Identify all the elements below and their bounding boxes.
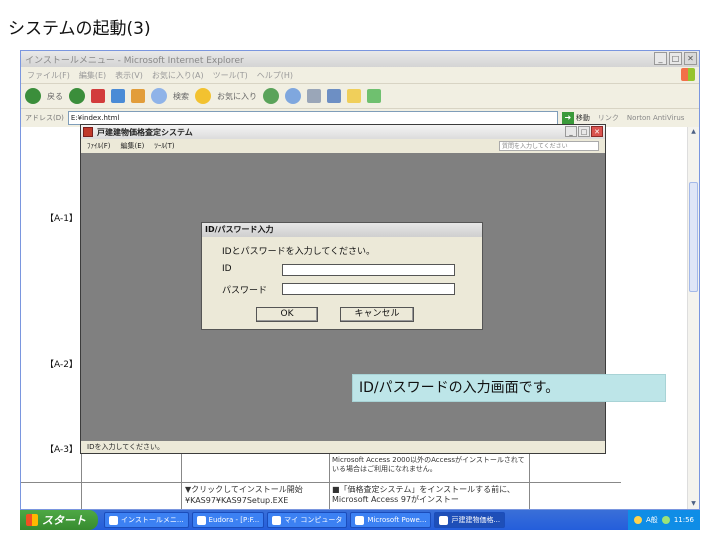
menu-edit[interactable]: 編集(E)	[79, 70, 106, 81]
menu-file[interactable]: ファイル(F)	[27, 70, 70, 81]
mail-icon[interactable]	[285, 88, 301, 104]
stop-icon[interactable]	[91, 89, 105, 103]
tray-icon[interactable]	[634, 516, 643, 524]
app-close-icon[interactable]: ✕	[591, 126, 603, 137]
refresh-icon[interactable]	[111, 89, 125, 103]
task-label: 戸建建物価格...	[451, 516, 501, 524]
favorites-label[interactable]: お気に入り	[217, 91, 257, 102]
powerpoint-icon	[355, 515, 365, 525]
ok-button[interactable]: OK	[256, 307, 318, 322]
app-title-bar: 戸建建物価格査定システム _ □ ✕	[81, 125, 605, 139]
callout-note: ID/パスワードの入力画面です。	[352, 374, 666, 402]
menu-tools[interactable]: ツール(T)	[213, 70, 248, 81]
go-button[interactable]: ➜ 移動	[561, 112, 590, 124]
address-input[interactable]: E:¥index.html	[67, 111, 558, 125]
help-question-input[interactable]: 質問を入力してください	[499, 141, 599, 151]
slide-title: システムの起動(3)	[8, 19, 151, 39]
go-arrow-icon: ➜	[561, 112, 574, 124]
app-menu-file[interactable]: ﾌｧｲﾙ(F)	[87, 141, 111, 151]
password-label: パスワード	[222, 286, 268, 296]
app-menu-bar: ﾌｧｲﾙ(F) 編集(E) ﾂｰﾙ(T) 質問を入力してください	[81, 139, 605, 153]
start-button[interactable]: スタート	[20, 510, 98, 530]
minimize-icon[interactable]: _	[654, 52, 667, 65]
click-install-link[interactable]: ▼クリックしてインストール開始	[185, 485, 325, 495]
eudora-icon	[196, 515, 206, 525]
back-icon[interactable]	[25, 88, 41, 104]
clock: 11:56	[673, 516, 694, 524]
task-label: Microsoft Powe...	[367, 516, 427, 524]
app-maximize-icon[interactable]: □	[578, 126, 590, 137]
ie-title-text: インストールメニュー - Microsoft Internet Explorer	[25, 55, 244, 66]
search-icon[interactable]	[151, 88, 167, 104]
close-icon[interactable]: ✕	[684, 52, 697, 65]
history-icon[interactable]	[263, 88, 279, 104]
taskbar: スタート インストールメニ... Eudora - [P:F... マイ コンピ…	[20, 510, 700, 530]
ime-indicator[interactable]: A般	[646, 515, 658, 525]
back-label[interactable]: 戻る	[47, 91, 63, 102]
task-label: マイ コンピュータ	[284, 516, 343, 524]
home-icon[interactable]	[131, 89, 145, 103]
menu-view[interactable]: 表示(V)	[115, 70, 143, 81]
print-icon[interactable]	[307, 89, 321, 103]
task-powerpoint[interactable]: Microsoft Powe...	[350, 512, 432, 528]
task-label: インストールメニ...	[121, 516, 184, 524]
setup-path: ¥KAS97¥KAS97Setup.EXE	[185, 496, 289, 505]
task-label: Eudora - [P:F...	[208, 516, 260, 524]
vertical-scrollbar[interactable]: ▲ ▼	[687, 127, 699, 509]
windows-flag-icon	[26, 514, 38, 526]
task-eudora[interactable]: Eudora - [P:F...	[191, 512, 265, 528]
dialog-prompt: IDとパスワードを入力してください。	[222, 247, 376, 257]
ie-toolbar: 戻る 検索 お気に入り	[21, 83, 699, 109]
id-input[interactable]	[282, 264, 455, 276]
row-label-a1: 【A-1】	[45, 214, 78, 224]
windows-logo-icon	[681, 68, 695, 81]
password-input[interactable]	[282, 283, 455, 295]
edit-icon[interactable]	[327, 89, 341, 103]
computer-icon	[272, 515, 282, 525]
scroll-thumb[interactable]	[689, 182, 698, 292]
access-note: Microsoft Access 2000以外のAccessがインストールされて…	[332, 456, 525, 473]
dialog-title: ID/パスワード入力	[202, 223, 482, 237]
start-label: スタート	[42, 514, 86, 527]
app-title-text: 戸建建物価格査定システム	[97, 127, 193, 137]
app-menu-tools[interactable]: ﾂｰﾙ(T)	[154, 141, 174, 151]
folder-icon[interactable]	[347, 89, 361, 103]
app-icon	[83, 127, 93, 137]
row-label-a2: 【A-2】	[45, 360, 78, 370]
forward-icon[interactable]	[69, 88, 85, 104]
install-before-note: ■「価格査定システム」をインストールする前に、Microsoft Access …	[332, 485, 515, 504]
app-task-icon	[439, 515, 449, 525]
cancel-button[interactable]: キャンセル	[340, 307, 414, 322]
favorites-icon[interactable]	[195, 88, 211, 104]
ie-icon	[109, 515, 118, 525]
ie-menu-bar: ファイル(F) 編集(E) 表示(V) お気に入り(A) ツール(T) ヘルプ(…	[21, 67, 699, 83]
system-tray: A般 11:56	[628, 510, 700, 530]
search-label[interactable]: 検索	[173, 91, 189, 102]
id-label: ID	[222, 264, 232, 274]
task-my-computer[interactable]: マイ コンピュータ	[267, 512, 348, 528]
address-label: アドレス(D)	[25, 114, 64, 122]
antivirus-label[interactable]: Norton AntiVirus	[627, 114, 685, 122]
login-dialog: ID/パスワード入力 IDとパスワードを入力してください。 ID パスワード O…	[201, 222, 483, 330]
app-status-bar: IDを入力してください。	[81, 441, 605, 453]
row-label-a3: 【A-3】	[45, 445, 78, 455]
app-menu-edit[interactable]: 編集(E)	[121, 141, 145, 151]
maximize-icon[interactable]: □	[669, 52, 682, 65]
task-install-menu[interactable]: インストールメニ...	[104, 512, 189, 528]
app-minimize-icon[interactable]: _	[565, 126, 577, 137]
scroll-down-icon[interactable]: ▼	[689, 500, 698, 509]
menu-favorites[interactable]: お気に入り(A)	[152, 70, 204, 81]
ie-title-bar: インストールメニュー - Microsoft Internet Explorer…	[21, 51, 699, 67]
tray-icon[interactable]	[661, 516, 670, 524]
links-label[interactable]: リンク	[598, 113, 619, 123]
menu-help[interactable]: ヘルプ(H)	[257, 70, 293, 81]
go-label: 移動	[575, 114, 590, 122]
task-app[interactable]: 戸建建物価格...	[434, 512, 506, 528]
messenger-icon[interactable]	[367, 89, 381, 103]
scroll-up-icon[interactable]: ▲	[689, 128, 698, 138]
